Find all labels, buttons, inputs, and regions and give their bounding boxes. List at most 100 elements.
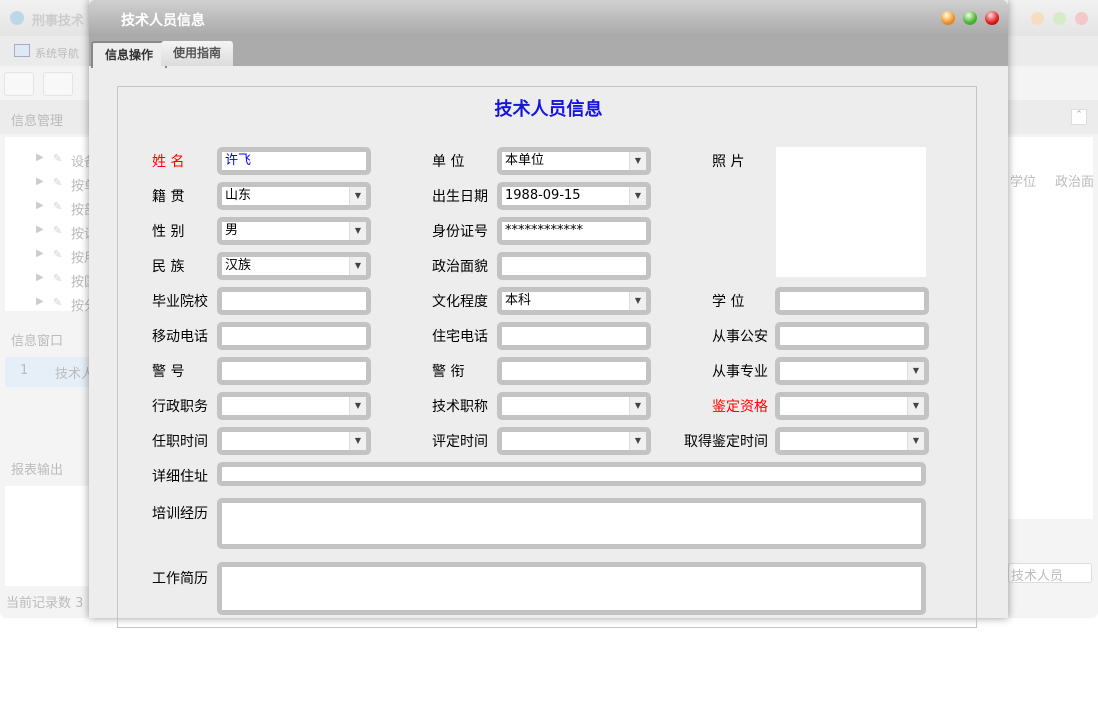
tree-item[interactable]: ▶✎按设 [36, 222, 90, 242]
tool-icon: ✎ [53, 176, 63, 189]
close-icon[interactable] [1075, 12, 1088, 25]
list-icon[interactable] [43, 72, 73, 96]
rank-label: 警 衔 [432, 364, 465, 380]
political-label: 政治面貌 [432, 259, 488, 275]
eval-time-select[interactable]: ▼ [497, 427, 651, 455]
post-time-select[interactable]: ▼ [217, 427, 371, 455]
dialog-title-bar[interactable]: 技术人员信息 [89, 0, 1008, 36]
expand-arrow-icon[interactable]: ▶ [36, 248, 44, 259]
ethnic-label: 民 族 [152, 259, 185, 275]
dropdown-arrow-icon[interactable]: ▼ [349, 397, 366, 415]
dropdown-arrow-icon[interactable]: ▼ [349, 432, 366, 450]
police-no-input[interactable] [217, 357, 371, 385]
name-input[interactable]: 许飞 [217, 147, 371, 175]
expand-arrow-icon[interactable]: ▶ [36, 272, 44, 283]
police-work-input[interactable] [775, 322, 929, 350]
tech-staff-dialog: 技术人员信息 信息操作 使用指南 技术人员信息 照 片 姓 名 许飞 单 位 本单位… [89, 0, 1008, 628]
address-label: 详细住址 [152, 469, 208, 485]
dropdown-arrow-icon[interactable]: ▼ [907, 362, 924, 380]
school-input[interactable] [217, 287, 371, 315]
education-select[interactable]: 本科 ▼ [497, 287, 651, 315]
birth-select[interactable]: 1988-09-15 ▼ [497, 182, 651, 210]
expand-arrow-icon[interactable]: ▶ [36, 296, 44, 307]
photo-label: 照 片 [712, 154, 745, 170]
unit-label: 单 位 [432, 154, 465, 170]
idno-input[interactable]: ************ [497, 217, 651, 245]
maximize-icon[interactable] [963, 11, 977, 25]
dropdown-arrow-icon[interactable]: ▼ [629, 292, 646, 310]
maximize-icon[interactable] [1053, 12, 1066, 25]
expand-arrow-icon[interactable]: ▶ [36, 224, 44, 235]
dropdown-arrow-icon[interactable]: ▼ [629, 397, 646, 415]
dropdown-arrow-icon[interactable]: ▼ [629, 187, 646, 205]
qualification-select[interactable]: ▼ [775, 392, 929, 420]
training-textarea[interactable] [217, 498, 926, 549]
tool-icon: ✎ [53, 248, 63, 261]
tool-icon: ✎ [53, 272, 63, 285]
tree-item[interactable]: ▶✎按分 [36, 294, 90, 314]
dropdown-arrow-icon[interactable]: ▼ [629, 432, 646, 450]
dropdown-arrow-icon[interactable]: ▼ [907, 432, 924, 450]
expand-arrow-icon[interactable]: ▶ [36, 176, 44, 187]
panel-info-window: 信息窗口 [11, 334, 64, 349]
native-select[interactable]: 山东 ▼ [217, 182, 371, 210]
idno-label: 身份证号 [432, 224, 488, 240]
homephone-input[interactable] [497, 322, 651, 350]
tree-item[interactable]: ▶✎设备 [36, 150, 90, 170]
homephone-label: 住宅电话 [432, 329, 488, 345]
dropdown-arrow-icon[interactable]: ▼ [349, 187, 366, 205]
minimize-icon[interactable] [1031, 12, 1044, 25]
expand-arrow-icon[interactable]: ▶ [36, 152, 44, 163]
table-select[interactable]: 技术人员 [1008, 563, 1092, 583]
nav-tab[interactable]: 系统导航 [35, 45, 79, 61]
tab-info-operation[interactable]: 信息操作 [91, 41, 168, 68]
column-header-political[interactable]: 政治面 [1055, 171, 1094, 190]
dropdown-arrow-icon[interactable]: ▼ [349, 257, 366, 275]
address-input[interactable] [217, 462, 926, 486]
minimize-icon[interactable] [941, 11, 955, 25]
dropdown-arrow-icon[interactable]: ▼ [907, 397, 924, 415]
unit-select[interactable]: 本单位 ▼ [497, 147, 651, 175]
dropdown-arrow-icon[interactable]: ▼ [349, 222, 366, 240]
collapse-icon[interactable]: ⌃ [1071, 109, 1087, 125]
school-label: 毕业院校 [152, 294, 208, 310]
tree-item[interactable]: ▶✎按单 [36, 174, 90, 194]
tool-icon: ✎ [53, 296, 63, 309]
major-select[interactable]: ▼ [775, 357, 929, 385]
qual-time-select[interactable]: ▼ [775, 427, 929, 455]
photo-box[interactable] [776, 147, 926, 277]
mobile-input[interactable] [217, 322, 371, 350]
search-icon[interactable] [4, 72, 34, 96]
form-title: 技术人员信息 [494, 99, 603, 120]
mobile-label: 移动电话 [152, 329, 208, 345]
dropdown-arrow-icon[interactable]: ▼ [629, 152, 646, 170]
tree-item[interactable]: ▶✎按部 [36, 198, 90, 218]
admin-post-label: 行政职务 [152, 399, 208, 415]
gender-select[interactable]: 男 ▼ [217, 217, 371, 245]
dialog-title: 技术人员信息 [121, 13, 205, 29]
window-row[interactable]: 1 技术人 [5, 357, 94, 387]
tab-bar: 信息操作 使用指南 [89, 36, 1008, 68]
political-input[interactable] [497, 252, 651, 280]
nav-icon [14, 44, 30, 57]
degree-label: 学 位 [712, 294, 745, 310]
qual-time-label: 取得鉴定时间 [684, 434, 768, 450]
degree-input[interactable] [775, 287, 929, 315]
admin-post-select[interactable]: ▼ [217, 392, 371, 420]
ethnic-select[interactable]: 汉族 ▼ [217, 252, 371, 280]
record-count: 当前记录数 3 [6, 596, 84, 611]
eval-time-label: 评定时间 [432, 434, 488, 450]
rank-input[interactable] [497, 357, 651, 385]
police-no-label: 警 号 [152, 364, 185, 380]
tab-user-guide[interactable]: 使用指南 [161, 41, 234, 66]
close-icon[interactable] [985, 11, 999, 25]
column-header-degree[interactable]: 学位 [1010, 171, 1036, 190]
expand-arrow-icon[interactable]: ▶ [36, 200, 44, 211]
training-label: 培训经历 [152, 506, 208, 522]
tech-title-select[interactable]: ▼ [497, 392, 651, 420]
resume-textarea[interactable] [217, 562, 926, 615]
panel-info-manage: 信息管理 [11, 114, 64, 129]
tree-item[interactable]: ▶✎按用 [36, 246, 90, 266]
app-logo-icon [10, 11, 24, 25]
tree-item[interactable]: ▶✎按国 [36, 270, 90, 290]
